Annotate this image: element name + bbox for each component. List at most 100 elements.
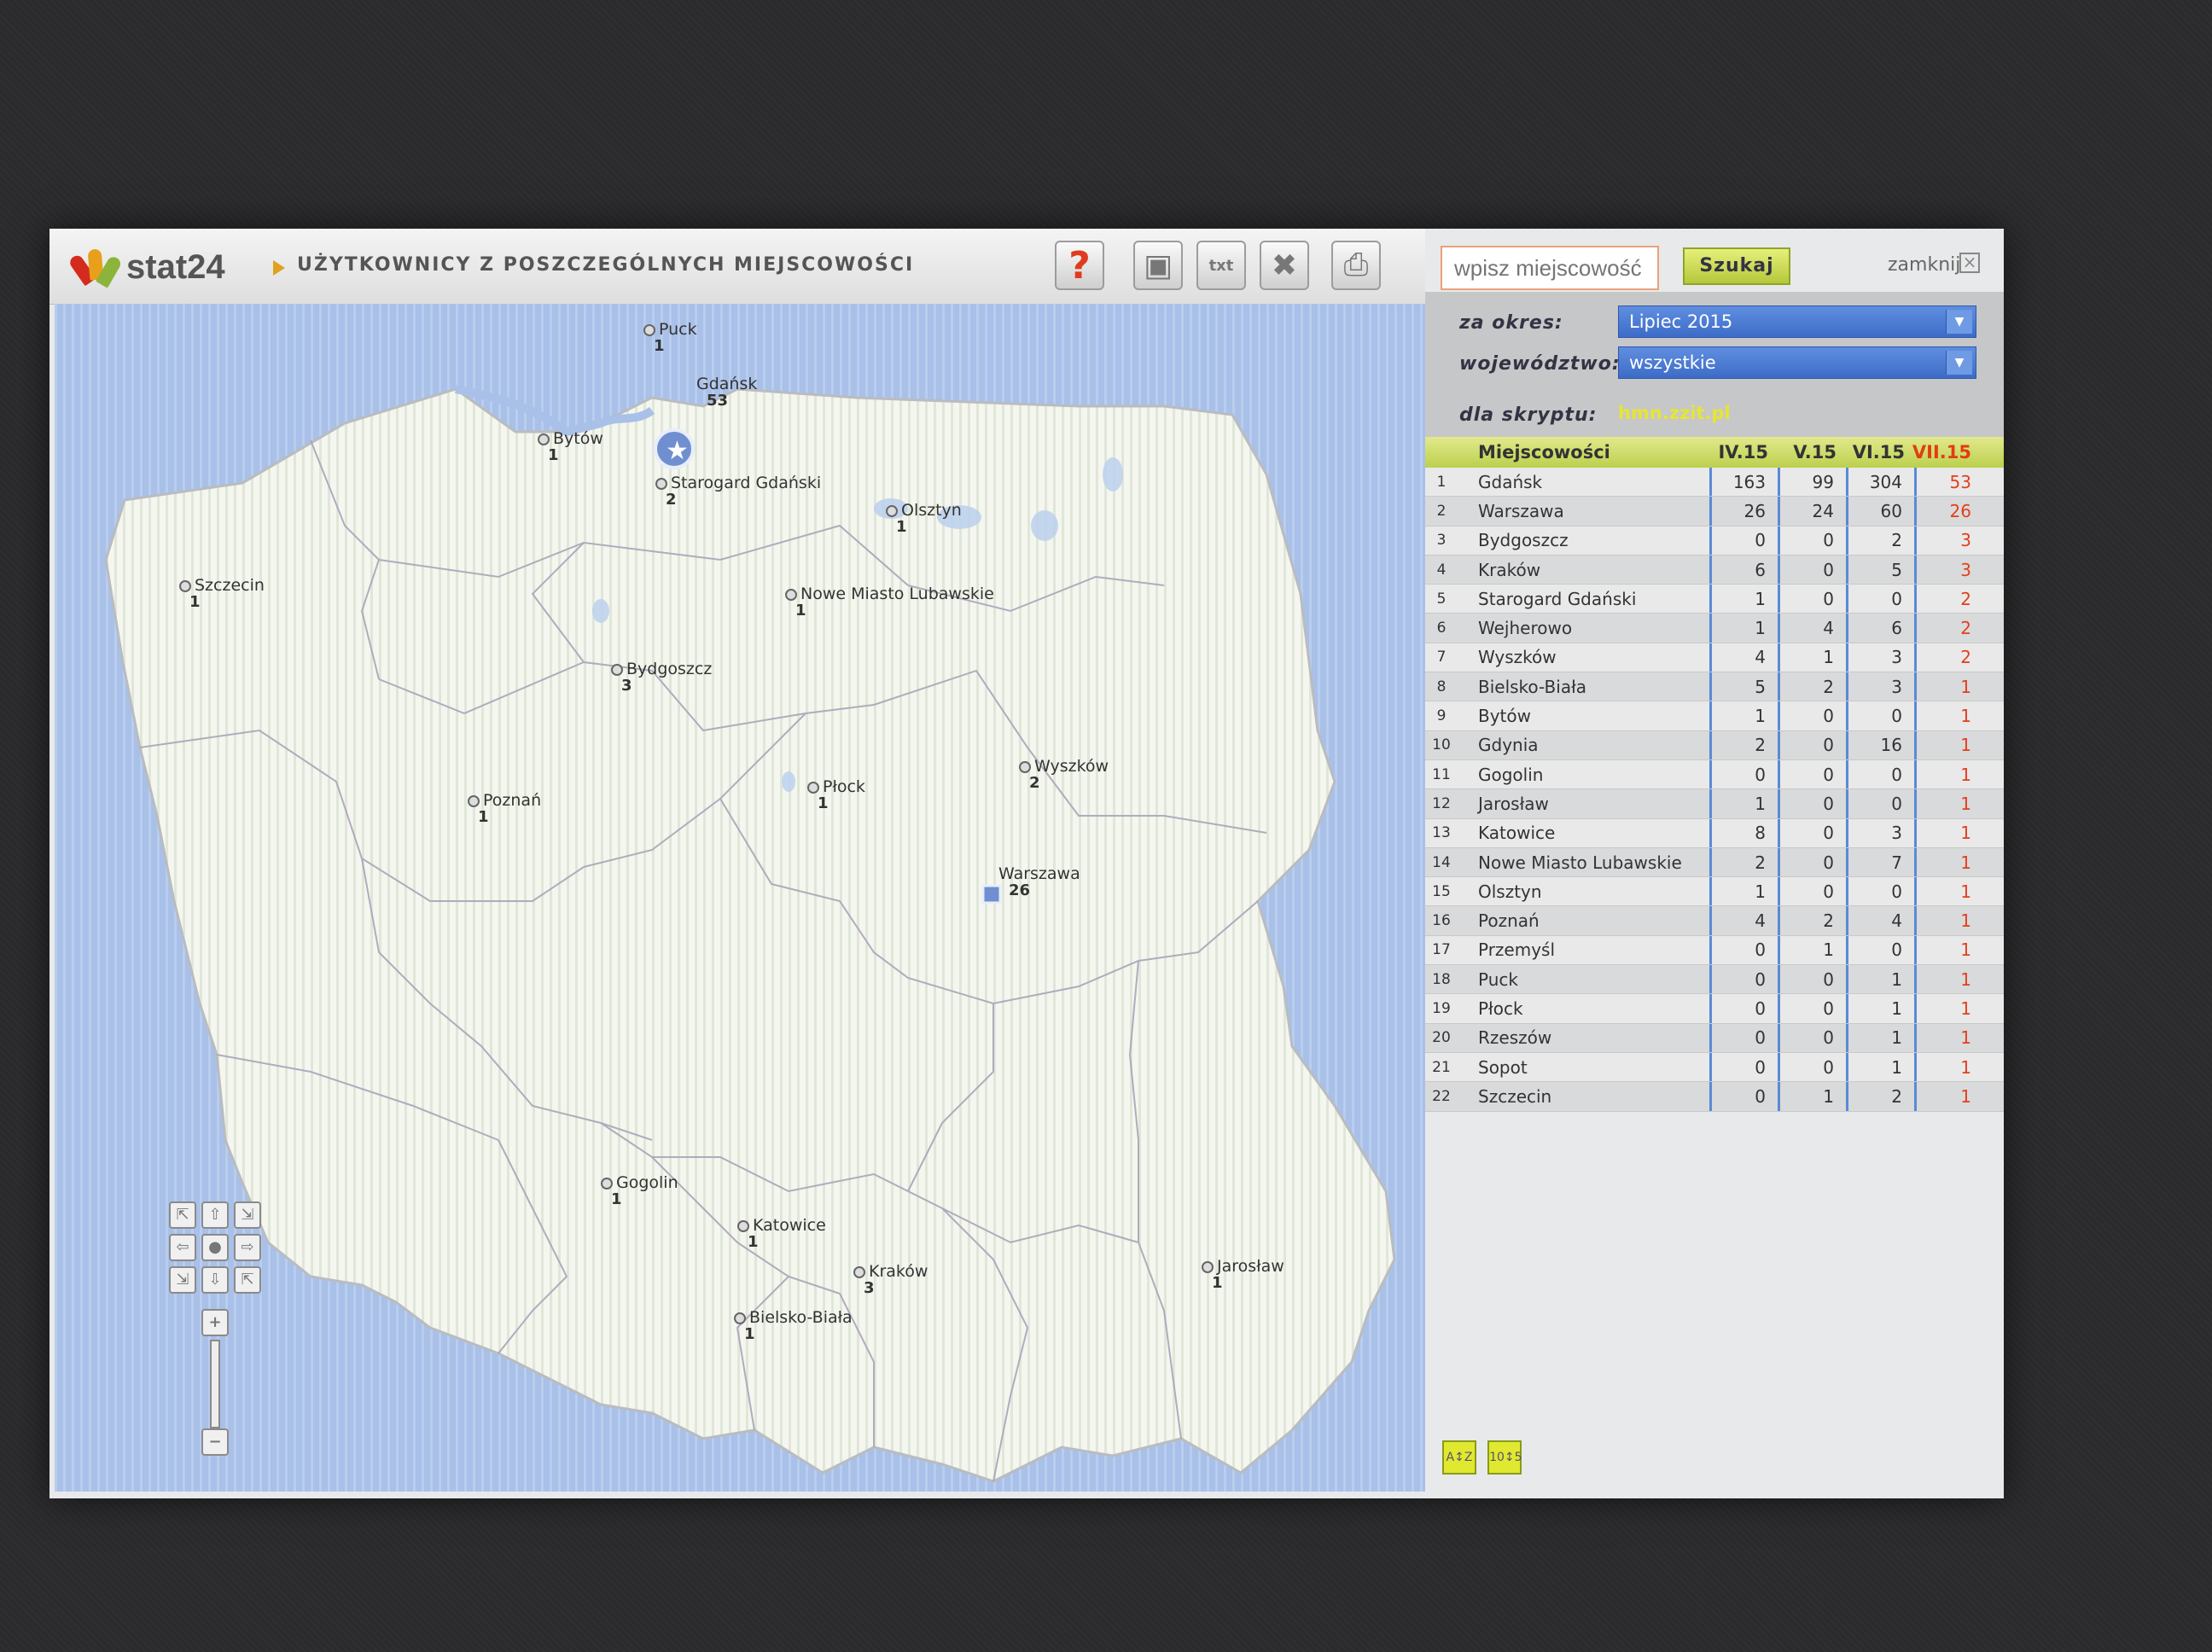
- row-value-iv15: 4: [1712, 643, 1780, 672]
- city-wyszkow[interactable]: Wyszków 2: [1019, 758, 1109, 792]
- save-icon[interactable]: ▣: [1133, 241, 1183, 290]
- city-nowe-miasto-lubawskie[interactable]: Nowe Miasto Lubawskie 1: [785, 585, 994, 620]
- print-icon[interactable]: ⎙: [1331, 241, 1381, 290]
- city-gogolin[interactable]: Gogolin 1: [601, 1174, 678, 1208]
- table-row[interactable]: 12 Jarosław 1 0 0 1: [1425, 789, 2004, 819]
- help-icon[interactable]: ?: [1055, 241, 1104, 290]
- row-value-vi15: 1: [1848, 1023, 1917, 1052]
- table-row[interactable]: 19 Płock 0 0 1 1: [1425, 994, 2004, 1024]
- table-row[interactable]: 15 Olsztyn 1 0 0 1: [1425, 877, 2004, 907]
- pan-left-icon[interactable]: ⇦: [169, 1234, 196, 1261]
- table-row[interactable]: 11 Gogolin 0 0 0 1: [1425, 759, 2004, 790]
- table-row[interactable]: 2 Warszawa 26 24 60 26: [1425, 497, 2004, 526]
- pan-right-icon[interactable]: ⇨: [234, 1234, 261, 1261]
- table-row[interactable]: 14 Nowe Miasto Lubawskie 2 0 7 1: [1425, 847, 2004, 878]
- region-select[interactable]: wszystkie ▼: [1618, 346, 1976, 379]
- row-value-v15: 0: [1780, 847, 1848, 877]
- table-row[interactable]: 4 Kraków 6 0 5 3: [1425, 555, 2004, 585]
- table-row[interactable]: 21 Sopot 0 0 1 1: [1425, 1052, 2004, 1083]
- city-gdansk[interactable]: Gdańsk 53: [696, 375, 757, 410]
- row-index: 22: [1432, 1087, 1451, 1105]
- city-plock[interactable]: Płock 1: [807, 778, 865, 812]
- row-value-v15: 1: [1780, 643, 1848, 672]
- pan-center-icon[interactable]: ●: [201, 1234, 229, 1261]
- table-row[interactable]: 18 Puck 0 0 1 1: [1425, 965, 2004, 995]
- table-row[interactable]: 5 Starogard Gdański 1 0 0 2: [1425, 585, 2004, 614]
- table-row[interactable]: 8 Bielsko-Biała 5 2 3 1: [1425, 672, 2004, 702]
- city-katowice[interactable]: Katowice 1: [737, 1217, 826, 1251]
- pan-up-icon[interactable]: ⇧: [201, 1201, 229, 1229]
- period-select[interactable]: Lipiec 2015 ▼: [1618, 305, 1976, 338]
- row-value-vi15: 60: [1848, 497, 1917, 526]
- table-row[interactable]: 7 Wyszków 4 1 3 2: [1425, 643, 2004, 673]
- row-value-vii15: 53: [1949, 471, 1971, 492]
- city-bydgoszcz[interactable]: Bydgoszcz 3: [611, 660, 712, 695]
- row-value-v15: 2: [1780, 906, 1848, 935]
- table-row[interactable]: 6 Wejherowo 1 4 6 2: [1425, 614, 2004, 643]
- table-row[interactable]: 10 Gdynia 2 0 16 1: [1425, 730, 2004, 760]
- close-icon[interactable]: ×: [1959, 253, 1980, 273]
- row-value-iv15: 8: [1712, 818, 1780, 847]
- table-row[interactable]: 13 Katowice 8 0 3 1: [1425, 818, 2004, 848]
- pan-down-right-icon[interactable]: ⇱: [234, 1266, 261, 1294]
- row-value-iv15: 0: [1712, 935, 1780, 965]
- city-warszawa[interactable]: Warszawa 26: [998, 865, 1080, 899]
- table-row[interactable]: 9 Bytów 1 0 0 1: [1425, 701, 2004, 731]
- city-starogard-gdanski[interactable]: Starogard Gdański 2: [655, 474, 821, 509]
- warszawa-marker: [981, 884, 1002, 905]
- city-krakow[interactable]: Kraków 3: [853, 1263, 928, 1297]
- row-city-name: Płock: [1458, 994, 1712, 1023]
- city-search-input[interactable]: [1441, 246, 1659, 290]
- column-header-vi15[interactable]: VI.15: [1848, 437, 1917, 468]
- table-row[interactable]: 17 Przemyśl 0 1 0 1: [1425, 935, 2004, 966]
- row-value-iv15: 0: [1712, 759, 1780, 789]
- column-header-iv15[interactable]: IV.15: [1712, 437, 1780, 468]
- city-szczecin[interactable]: Szczecin 1: [179, 577, 265, 611]
- row-index: 3: [1436, 532, 1447, 550]
- table-row[interactable]: 3 Bydgoszcz 0 0 2 3: [1425, 526, 2004, 556]
- city-puck[interactable]: Puck 1: [643, 321, 697, 355]
- table-body: 1 Gdańsk 163 99 304 53 2 Warszawa 26 24 60 26 3 Bydgo…: [1425, 468, 2004, 1112]
- pan-down-left-icon[interactable]: ⇲: [169, 1266, 196, 1294]
- sort-numeric-icon[interactable]: 10↕5: [1487, 1440, 1522, 1475]
- row-value-vi15: 0: [1848, 585, 1917, 614]
- zoom-slider[interactable]: [210, 1340, 220, 1428]
- table-row[interactable]: 16 Poznań 4 2 4 1: [1425, 906, 2004, 936]
- city-olsztyn[interactable]: Olsztyn 1: [886, 502, 962, 536]
- map-area[interactable]: ★ Puck 1 Gdańsk 53 Bytów 1 Starogard Gdańsk…: [55, 304, 1425, 1492]
- row-index: 10: [1432, 736, 1451, 754]
- city-bytow[interactable]: Bytów 1: [538, 430, 603, 464]
- table-row[interactable]: 22 Szczecin 0 1 2 1: [1425, 1082, 2004, 1112]
- zoom-out-icon[interactable]: −: [201, 1428, 229, 1456]
- stat24-logo[interactable]: stat24: [67, 246, 225, 288]
- row-value-vi15: 4: [1848, 906, 1917, 935]
- city-jaroslaw[interactable]: Jarosław 1: [1202, 1258, 1284, 1292]
- column-header-vii15[interactable]: VII.15: [1912, 437, 1985, 468]
- row-index: 21: [1432, 1058, 1451, 1076]
- search-button[interactable]: Szukaj: [1683, 247, 1790, 285]
- close-link[interactable]: zamknij: [1888, 254, 1960, 276]
- row-index: 19: [1432, 999, 1451, 1017]
- city-poznan[interactable]: Poznań 1: [468, 792, 541, 826]
- pan-down-icon[interactable]: ⇩: [201, 1266, 229, 1294]
- txt-export-icon[interactable]: txt: [1196, 241, 1246, 290]
- column-header-city[interactable]: Miejscowości: [1458, 437, 1712, 468]
- table-row[interactable]: 20 Rzeszów 0 0 1 1: [1425, 1023, 2004, 1053]
- sort-buttons: A↕Z 10↕5: [1442, 1440, 1528, 1475]
- row-value-v15: 1: [1780, 1082, 1848, 1111]
- sort-alpha-icon[interactable]: A↕Z: [1442, 1440, 1476, 1475]
- city-bielsko-biala[interactable]: Bielsko-Biała 1: [734, 1309, 853, 1343]
- pan-up-right-icon[interactable]: ⇲: [234, 1201, 261, 1229]
- table-row[interactable]: 1 Gdańsk 163 99 304 53: [1425, 468, 2004, 497]
- pan-up-left-icon[interactable]: ⇱: [169, 1201, 196, 1229]
- row-index: 6: [1436, 620, 1447, 637]
- row-value-vi15: 3: [1848, 672, 1917, 701]
- row-value-v15: 0: [1780, 526, 1848, 555]
- column-header-v15[interactable]: V.15: [1780, 437, 1848, 468]
- row-value-v15: 0: [1780, 818, 1848, 847]
- row-city-name: Gogolin: [1458, 759, 1712, 789]
- zoom-in-icon[interactable]: +: [201, 1309, 229, 1336]
- xls-export-icon[interactable]: ✖: [1260, 241, 1309, 290]
- row-value-vi15: 0: [1848, 789, 1917, 818]
- script-label: dla skryptu:: [1459, 404, 1598, 426]
